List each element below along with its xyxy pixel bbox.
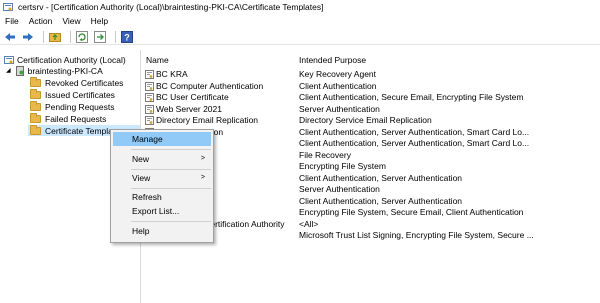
certificate-template-icon: [145, 70, 154, 79]
folder-icon: [30, 112, 41, 123]
certificate-template-icon: [145, 104, 154, 114]
title-bar: certsrv - [Certification Authority (Loca…: [0, 0, 600, 14]
menu-separator: [131, 188, 211, 189]
folder-icon: [30, 124, 41, 135]
intended-purpose: <All>: [299, 218, 319, 229]
chevron-down-icon[interactable]: ◢: [6, 67, 11, 74]
ca-server-icon: [15, 65, 24, 76]
menu-item-label: Help: [132, 226, 150, 236]
intended-purpose: Key Recovery Agent: [299, 69, 377, 79]
menu-item-label: New: [132, 154, 150, 164]
menu-view[interactable]: View: [57, 16, 85, 26]
table-row[interactable]: Directory Email Replication Directory Ser…: [142, 115, 600, 126]
tree-label: Pending Requests: [45, 101, 115, 112]
table-row[interactable]: BC Computer Authentication Client Authent…: [142, 81, 600, 92]
tree-item-issued-certificates[interactable]: Issued Certificates: [30, 88, 115, 100]
submenu-arrow-icon: >: [200, 155, 205, 162]
menu-file[interactable]: File: [0, 16, 24, 26]
toolbar: ?: [0, 29, 600, 45]
menu-item-export-list[interactable]: Export List...: [113, 204, 211, 218]
menu-item-manage[interactable]: Manage: [113, 132, 211, 146]
intended-purpose: Client Authentication, Server Authentica…: [299, 138, 530, 148]
intended-purpose: Client Authentication: [299, 80, 377, 91]
menu-item-label: Refresh: [132, 192, 162, 202]
tree-label: Failed Requests: [45, 113, 107, 124]
template-name: Web Server 2021: [156, 103, 222, 114]
folder-icon: [30, 76, 41, 87]
intended-purpose: Microsoft Trust List Signing, Encrypting…: [299, 230, 534, 240]
intended-purpose: Client Authentication, Server Authentica…: [299, 195, 463, 206]
ca-icon: [4, 55, 14, 64]
column-header-name[interactable]: Name: [146, 55, 169, 65]
certsrv-app-icon: [3, 3, 13, 11]
tree-item-revoked-certificates[interactable]: Revoked Certificates: [30, 76, 124, 88]
intended-purpose: Encrypting File System, Secure Email, Cl…: [299, 207, 524, 217]
refresh-icon[interactable]: [75, 30, 89, 44]
tree-item-certification-authority[interactable]: Certification Authority (Local): [4, 54, 126, 65]
intended-purpose: Client Authentication, Secure Email, Enc…: [299, 92, 524, 102]
menu-action[interactable]: Action: [24, 16, 58, 26]
window-title: certsrv - [Certification Authority (Loca…: [18, 2, 324, 12]
toolbar-separator: [43, 30, 44, 43]
intended-purpose: Encrypting File System: [299, 161, 386, 171]
menu-item-new[interactable]: New >: [113, 152, 211, 166]
template-name: Directory Email Replication: [156, 115, 259, 125]
table-row[interactable]: Web Server 2021 Server Authentication: [142, 104, 600, 115]
tree-label: Certification Authority (Local): [17, 54, 126, 65]
template-name: BC Computer Authentication: [156, 80, 264, 91]
tree-label: Revoked Certificates: [45, 77, 124, 88]
back-icon[interactable]: [3, 30, 17, 44]
menu-separator: [131, 169, 211, 170]
submenu-arrow-icon: >: [200, 174, 205, 181]
table-row[interactable]: BC User Certificate Client Authentication…: [142, 92, 600, 103]
tree-item-failed-requests[interactable]: Failed Requests: [30, 112, 107, 124]
up-folder-icon[interactable]: [48, 30, 62, 44]
context-menu: Manage New > View > Refresh Export List.…: [110, 129, 214, 243]
menu-separator: [131, 149, 211, 150]
folder-icon: [30, 100, 41, 111]
menu-separator: [131, 221, 211, 222]
menu-item-view[interactable]: View >: [113, 171, 211, 185]
tree-item-braintesting-pki-ca[interactable]: ◢ braintesting-PKI-CA: [6, 65, 103, 76]
menu-help[interactable]: Help: [86, 16, 113, 26]
toolbar-separator: [115, 30, 116, 43]
table-row[interactable]: BC KRA Key Recovery Agent: [142, 69, 600, 80]
help-icon[interactable]: ?: [120, 30, 134, 44]
export-icon[interactable]: [93, 30, 107, 44]
menu-item-label: Export List...: [132, 206, 180, 216]
template-name: BC KRA: [156, 69, 188, 79]
forward-icon[interactable]: [21, 30, 35, 44]
menu-item-label: View: [132, 173, 151, 183]
toolbar-separator: [70, 30, 71, 43]
certificate-template-icon: [145, 81, 154, 91]
template-name: BC User Certificate: [156, 92, 229, 102]
svg-text:?: ?: [124, 32, 130, 42]
column-header-intended-purpose[interactable]: Intended Purpose: [299, 55, 366, 65]
tree-item-pending-requests[interactable]: Pending Requests: [30, 100, 115, 112]
menu-item-label: Manage: [132, 134, 163, 144]
certificate-template-icon: [145, 93, 154, 102]
certificate-template-icon: [145, 116, 154, 125]
menu-item-refresh[interactable]: Refresh: [113, 190, 211, 204]
intended-purpose: Server Authentication: [299, 184, 380, 194]
intended-purpose: Directory Service Email Replication: [299, 115, 432, 125]
tree-label: Certificate Templa: [45, 125, 113, 136]
intended-purpose: File Recovery: [299, 149, 351, 160]
menu-item-help[interactable]: Help: [113, 224, 211, 238]
intended-purpose: Client Authentication, Server Authentica…: [299, 172, 463, 183]
menu-bar: File Action View Help: [0, 14, 600, 28]
tree-label: Issued Certificates: [45, 89, 115, 100]
tree-label: braintesting-PKI-CA: [27, 65, 103, 76]
folder-icon: [30, 88, 41, 99]
intended-purpose: Client Authentication, Server Authentica…: [299, 126, 530, 137]
intended-purpose: Server Authentication: [299, 103, 380, 114]
